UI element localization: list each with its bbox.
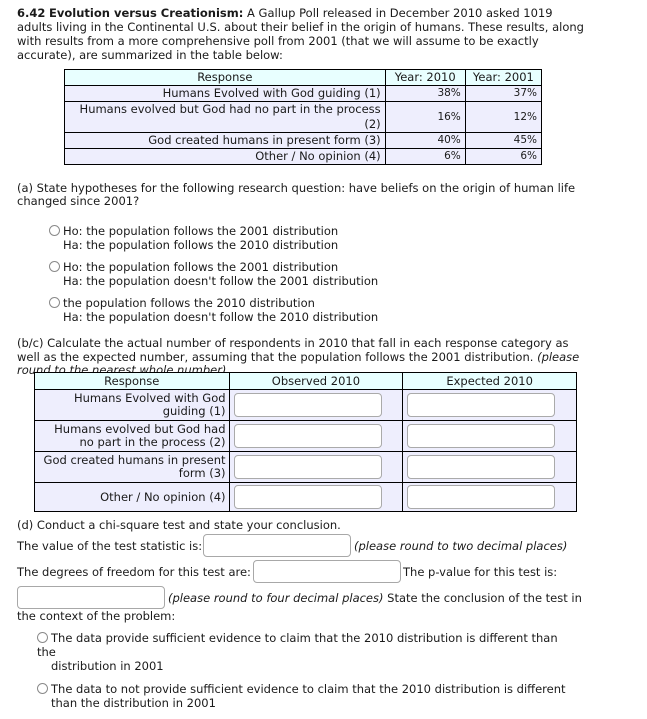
year-2001-cell: 6% xyxy=(464,148,543,165)
response-cell: Humans evolved but God had no part in th… xyxy=(64,101,386,133)
table-header-row: Response Observed 2010 Expected 2010 xyxy=(34,372,577,390)
degrees-of-freedom-label: The degrees of freedom for this test are… xyxy=(17,565,251,579)
hypothesis-option-2[interactable]: Ho: the population follows the 2001 dist… xyxy=(49,260,378,288)
option-line-1: the population follows the 2010 distribu… xyxy=(63,296,315,310)
year-2001-cell: 12% xyxy=(464,101,543,133)
table-row: Humans evolved but God had no part in th… xyxy=(64,101,543,133)
part-d-heading: (d) Conduct a chi-square test and state … xyxy=(17,518,341,532)
expected-input-2[interactable] xyxy=(407,424,556,448)
conclusion-option-1[interactable]: The data provide sufficient evidence to … xyxy=(37,631,577,673)
response-cell: Humans evolved but God had no part in th… xyxy=(34,420,230,452)
expected-input-1[interactable] xyxy=(407,393,556,417)
expected-cell xyxy=(402,389,577,421)
table-row: Humans evolved but God had no part in th… xyxy=(34,420,577,452)
test-statistic-hint: (please round to two decimal places) xyxy=(354,539,568,553)
hypotheses-options: Ho: the population follows the 2001 dist… xyxy=(49,224,378,332)
response-cell: Humans Evolved with God guiding (1) xyxy=(34,389,230,421)
response-cell: God created humans in present form (3) xyxy=(34,451,230,483)
radio-button[interactable] xyxy=(49,225,60,236)
observed-cell xyxy=(228,389,404,421)
table-header-row: Response Year: 2010 Year: 2001 xyxy=(64,69,543,86)
response-cell: God created humans in present form (3) xyxy=(64,132,386,149)
observed-expected-table: Response Observed 2010 Expected 2010 Hum… xyxy=(34,372,577,512)
problem-intro: 6.42 Evolution versus Creationism: A Gal… xyxy=(17,6,587,62)
observed-input-4[interactable] xyxy=(233,485,382,509)
conclusion-option-2[interactable]: The data to not provide sufficient evide… xyxy=(37,682,577,710)
response-cell: Other / No opinion (4) xyxy=(64,148,386,165)
response-cell: Other / No opinion (4) xyxy=(34,482,230,512)
part-a-question: (a) State hypotheses for the following r… xyxy=(17,181,576,208)
expected-input-4[interactable] xyxy=(407,485,556,509)
table-row: Other / No opinion (4) xyxy=(34,482,577,512)
conclusion-options: The data provide sufficient evidence to … xyxy=(37,631,577,719)
problem-number: 6.42 xyxy=(17,6,46,20)
radio-button[interactable] xyxy=(37,632,48,643)
observed-input-3[interactable] xyxy=(233,455,382,479)
option-line-1: Ho: the population follows the 2001 dist… xyxy=(63,224,339,238)
year-2001-cell: 37% xyxy=(464,85,543,102)
radio-button[interactable] xyxy=(49,261,60,272)
observed-input-1[interactable] xyxy=(233,393,382,417)
table-row: Humans Evolved with God guiding (1) 38% … xyxy=(64,85,543,102)
expected-input-3[interactable] xyxy=(407,455,556,479)
p-value-input[interactable] xyxy=(17,586,165,609)
option-line-1: Ho: the population follows the 2001 dist… xyxy=(63,260,339,274)
year-2010-cell: 6% xyxy=(384,148,466,165)
header-expected: Expected 2010 xyxy=(402,372,577,390)
p-value-line: (please round to four decimal places) St… xyxy=(168,591,582,605)
expected-cell xyxy=(402,451,577,483)
header-observed: Observed 2010 xyxy=(228,372,404,390)
p-value-hint: (please round to four decimal places) xyxy=(168,591,384,605)
option-line-2: Ha: the population doesn't follow the 20… xyxy=(63,310,379,324)
expected-cell xyxy=(402,420,577,452)
option-line-1: The data to not provide sufficient evide… xyxy=(51,682,566,696)
option-line-2: Ha: the population follows the 2010 dist… xyxy=(63,238,339,252)
header-year-2001: Year: 2001 xyxy=(464,69,543,86)
option-line-2: distribution in 2001 xyxy=(51,659,164,673)
poll-results-table: Response Year: 2010 Year: 2001 Humans Ev… xyxy=(64,69,543,165)
year-2010-cell: 40% xyxy=(384,132,466,149)
hypothesis-option-1[interactable]: Ho: the population follows the 2001 dist… xyxy=(49,224,378,252)
table-row: Other / No opinion (4) 6% 6% xyxy=(64,148,543,165)
degrees-of-freedom-input[interactable] xyxy=(253,560,401,583)
conclusion-label-end: the context of the problem: xyxy=(17,609,176,623)
option-line-2: Ha: the population doesn't follow the 20… xyxy=(63,274,379,288)
hypothesis-option-3[interactable]: the population follows the 2010 distribu… xyxy=(49,296,378,324)
table-row: God created humans in present form (3) xyxy=(34,451,577,483)
expected-cell xyxy=(402,482,577,512)
year-2001-cell: 45% xyxy=(464,132,543,149)
observed-cell xyxy=(228,482,404,512)
year-2010-cell: 38% xyxy=(384,85,466,102)
problem-page: 6.42 Evolution versus Creationism: A Gal… xyxy=(17,6,587,710)
header-response: Response xyxy=(64,69,386,86)
response-cell: Humans Evolved with God guiding (1) xyxy=(64,85,386,102)
test-statistic-input[interactable] xyxy=(203,534,351,557)
radio-button[interactable] xyxy=(49,297,60,308)
table-row: Humans Evolved with God guiding (1) xyxy=(34,389,577,421)
p-value-label: The p-value for this test is: xyxy=(403,565,558,579)
year-2010-cell: 16% xyxy=(384,101,466,133)
conclusion-label-start: State the conclusion of the test in xyxy=(387,591,582,605)
part-bc-text: (b/c) Calculate the actual number of res… xyxy=(17,336,569,364)
option-line-2: than the distribution in 2001 xyxy=(51,696,216,710)
option-line-1: The data provide sufficient evidence to … xyxy=(37,631,558,659)
header-response: Response xyxy=(34,372,230,390)
observed-cell xyxy=(228,420,404,452)
radio-button[interactable] xyxy=(37,683,48,694)
problem-title: Evolution versus Creationism: xyxy=(49,6,244,20)
observed-cell xyxy=(228,451,404,483)
table-row: God created humans in present form (3) 4… xyxy=(64,132,543,149)
header-year-2010: Year: 2010 xyxy=(384,69,466,86)
observed-input-2[interactable] xyxy=(233,424,382,448)
test-statistic-label: The value of the test statistic is: xyxy=(17,539,203,553)
